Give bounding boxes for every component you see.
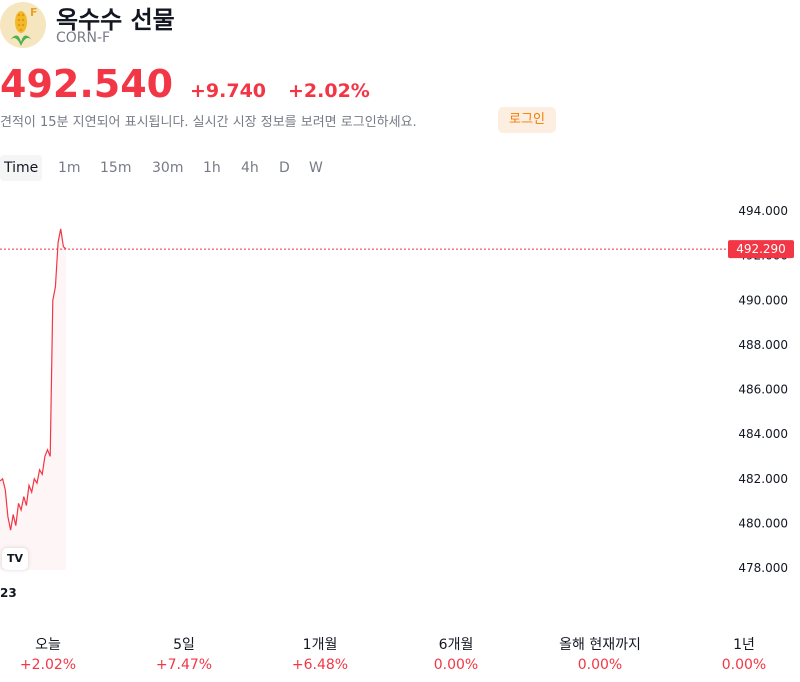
login-button[interactable]: 로그인: [498, 107, 556, 133]
delay-notice: 견적이 15분 지연되어 표시됩니다. 실시간 시장 정보를 보려면 로그인하세…: [0, 115, 417, 130]
period-6m[interactable]: 6개월 0.00%: [391, 634, 521, 673]
period-label: 5일: [173, 637, 195, 653]
y-tick-label: 482.000: [738, 472, 788, 486]
x-axis-label: 23: [0, 586, 17, 600]
period-1y[interactable]: 1년 0.00%: [679, 634, 800, 673]
tab-15m[interactable]: 15m: [100, 155, 131, 181]
period-value: +7.47%: [155, 657, 213, 673]
tab-30m[interactable]: 30m: [152, 155, 183, 181]
period-label: 오늘: [35, 637, 61, 653]
period-label: 1개월: [302, 637, 338, 653]
period-today[interactable]: 오늘 +2.02%: [0, 634, 113, 673]
performance-periods: 오늘 +2.02% 5일 +7.47% 1개월 +6.48% 6개월 0.00%…: [0, 634, 800, 678]
corn-logo-icon: F: [0, 2, 46, 48]
tab-1m[interactable]: 1m: [58, 155, 81, 181]
period-label: 6개월: [438, 637, 474, 653]
period-label: 올해 현재까지: [559, 637, 641, 653]
period-value: 0.00%: [433, 657, 479, 673]
tradingview-logo-icon[interactable]: TV: [2, 548, 28, 570]
logo-badge: F: [30, 6, 38, 19]
price-chart[interactable]: 494.000492.000490.000488.000486.000484.0…: [0, 190, 800, 610]
tab-time[interactable]: Time: [0, 155, 43, 181]
y-tick-label: 490.000: [738, 293, 788, 307]
header: F 옥수수 선물 CORN-F: [0, 0, 800, 50]
period-value: +6.48%: [291, 657, 349, 673]
tab-w[interactable]: W: [309, 155, 323, 181]
price-change-percent: +2.02%: [288, 80, 370, 102]
period-label: 1년: [733, 637, 755, 653]
current-price: 492.540: [0, 62, 174, 106]
tab-d[interactable]: D: [279, 155, 290, 181]
period-value: 0.00%: [721, 657, 767, 673]
period-ytd[interactable]: 올해 현재까지 0.00%: [535, 634, 665, 673]
y-tick-label: 494.000: [738, 204, 788, 218]
period-value: 0.00%: [577, 657, 623, 673]
period-value: +2.02%: [19, 657, 77, 673]
ticker-symbol: CORN-F: [56, 30, 111, 46]
y-tick-label: 484.000: [738, 427, 788, 441]
period-5d[interactable]: 5일 +7.47%: [119, 634, 249, 673]
price-change: +9.740: [190, 80, 267, 102]
last-price-label: 492.290: [736, 242, 786, 256]
period-1m[interactable]: 1개월 +6.48%: [255, 634, 385, 673]
price-chart-canvas[interactable]: 494.000492.000490.000488.000486.000484.0…: [0, 190, 800, 610]
tab-4h[interactable]: 4h: [241, 155, 259, 181]
tab-1h[interactable]: 1h: [203, 155, 221, 181]
y-tick-label: 486.000: [738, 383, 788, 397]
y-tick-label: 480.000: [738, 516, 788, 530]
y-tick-label: 478.000: [738, 561, 788, 575]
y-tick-label: 488.000: [738, 338, 788, 352]
